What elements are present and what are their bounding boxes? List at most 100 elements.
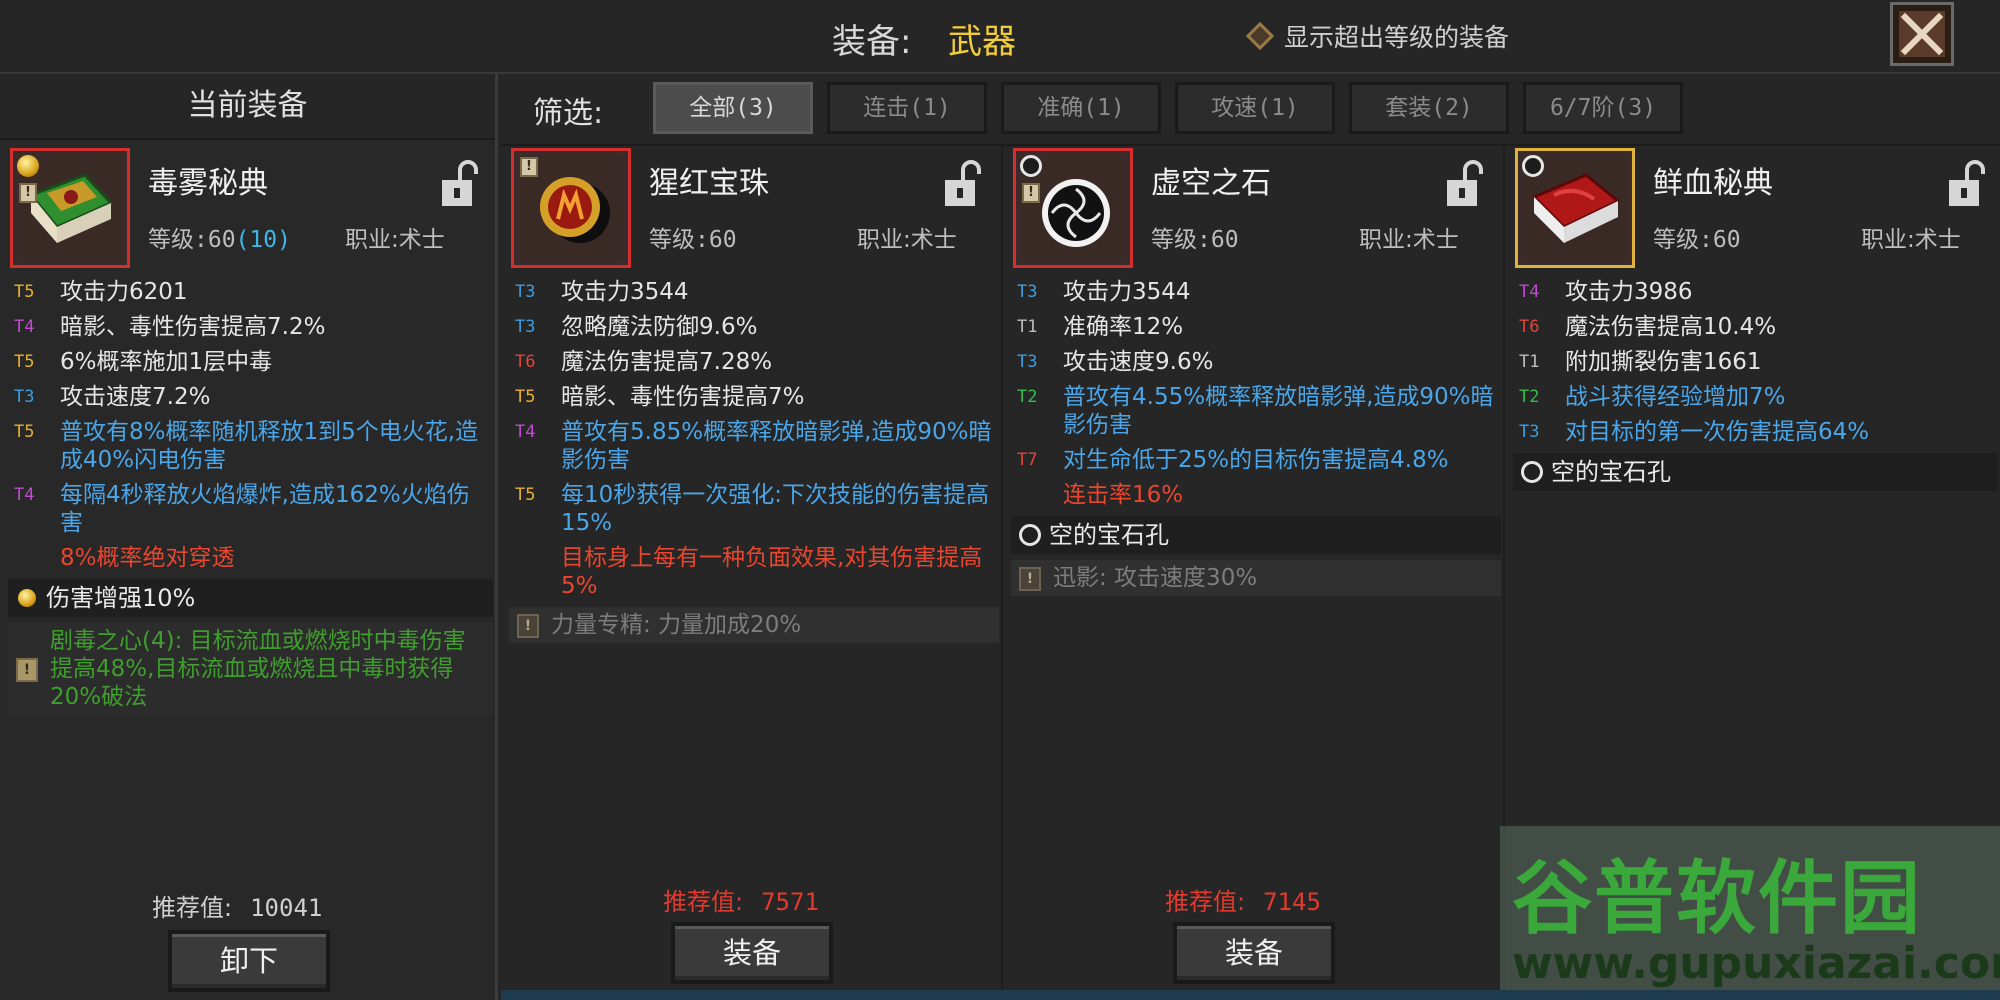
set-bonus-row: ! 力量专精: 力量加成20%	[509, 607, 999, 643]
stat-line: T5 攻击力6201	[14, 278, 487, 306]
set-badge-icon: !	[1022, 183, 1040, 203]
gem-empty-icon	[1521, 461, 1543, 483]
item-icon-frame[interactable]: !	[1013, 148, 1133, 268]
stat-line: T3 攻击速度7.2%	[14, 383, 487, 411]
stat-tier: T3	[14, 387, 35, 407]
set-bonus-text: 力量专精: 力量加成20%	[551, 612, 802, 638]
set-bonus-text: 剧毒之心(4): 目标流血或燃烧时中毒伤害提高48%,目标流血或燃烧且中毒时获得…	[50, 628, 466, 710]
stat-text: 每隔4秒释放火焰爆炸,造成162%火焰伤害	[60, 482, 470, 536]
set-bonus-row: ! 迅影: 攻击速度30%	[1011, 560, 1501, 596]
stat-line: 8%概率绝对穿透	[14, 544, 487, 572]
filter-tab-tier[interactable]: 6/7阶(3)	[1523, 82, 1683, 134]
stat-text: 对生命低于25%的目标伤害提高4.8%	[1063, 447, 1449, 473]
stat-line: T6 魔法伤害提高7.28%	[515, 348, 993, 376]
gem-slot-text: 伤害增强10%	[46, 584, 196, 612]
stat-text: 目标身上每有一种负面效果,对其伤害提高5%	[561, 545, 983, 599]
unequip-button[interactable]: 卸下	[168, 930, 330, 992]
stat-line: T5 普攻有8%概率随机释放1到5个电火花,造成40%闪电伤害	[14, 418, 487, 474]
bottom-strip	[501, 990, 2000, 1000]
item-stats: T5 攻击力6201 T4 暗影、毒性伤害提高7.2% T5 6%概率施加1层中毒 T3 攻击…	[8, 278, 493, 715]
gem-slot-text: 空的宝石孔	[1551, 458, 1671, 486]
item-card-1: ! 猩红宝珠 等级:60 职业:术士 T3 攻击力3544 T3 忽略魔法防御9.6%…	[501, 146, 1003, 1000]
current-equipment-panel: 当前装备 ! 毒雾秘典 等级:60(10) 职业:术士 T5 攻击力6201 T…	[0, 74, 498, 1000]
filter-tab-combo[interactable]: 连击(1)	[827, 82, 987, 134]
watermark: 谷普软件园 www.gupuxiazai.com	[1500, 826, 2000, 1000]
item-icon-frame[interactable]	[1515, 148, 1635, 268]
stat-line: T2 战斗获得经验增加7%	[1519, 383, 1992, 411]
close-button[interactable]	[1890, 2, 1954, 66]
set-bonus-text: 迅影: 攻击速度30%	[1053, 565, 1258, 591]
stat-tier: T6	[1519, 317, 1540, 337]
stat-line: T2 普攻有4.55%概率释放暗影弹,造成90%暗影伤害	[1017, 383, 1495, 439]
stat-text: 攻击力3544	[1063, 279, 1191, 305]
unlocked-padlock-icon	[1447, 160, 1483, 206]
item-level-bonus: (10)	[235, 227, 291, 253]
stat-text: 暗影、毒性伤害提高7.2%	[60, 314, 326, 340]
stat-line: T6 魔法伤害提高10.4%	[1519, 313, 1992, 341]
equip-slot-value: 武器	[948, 22, 1016, 62]
lock-toggle[interactable]	[438, 160, 478, 210]
item-icon-frame[interactable]: !	[10, 148, 130, 268]
stat-text: 忽略魔法防御9.6%	[561, 314, 758, 340]
checkbox-diamond-icon[interactable]	[1245, 21, 1275, 51]
item-stats: T3 攻击力3544 T3 忽略魔法防御9.6% T6 魔法伤害提高7.28% T5 暗影、毒…	[509, 278, 999, 643]
stat-text: 暗影、毒性伤害提高7%	[561, 384, 805, 410]
stat-text: 8%概率绝对穿透	[60, 545, 235, 571]
gem-socket-empty-icon	[1522, 155, 1544, 177]
item-name: 鲜血秘典	[1653, 166, 1773, 201]
stat-tier: T5	[14, 352, 35, 372]
stat-tier: T5	[515, 485, 536, 505]
unlocked-padlock-icon	[945, 160, 981, 206]
lock-toggle[interactable]	[1443, 160, 1483, 210]
stat-line: T4 攻击力3986	[1519, 278, 1992, 306]
item-name: 毒雾秘典	[148, 166, 268, 201]
stat-text: 对目标的第一次伤害提高64%	[1565, 419, 1870, 445]
filter-tab-set[interactable]: 套装(2)	[1349, 82, 1509, 134]
stat-line: T7 对生命低于25%的目标伤害提高4.8%	[1017, 446, 1495, 474]
stat-tier: T3	[1519, 422, 1540, 442]
gem-filled-icon	[18, 589, 36, 607]
stat-text: 攻击力6201	[60, 279, 188, 305]
item-class: 职业:术士	[345, 227, 445, 253]
stat-text: 每10秒获得一次强化:下次技能的伤害提高15%	[561, 482, 990, 536]
stat-text: 攻击速度9.6%	[1063, 349, 1214, 375]
stat-line: T1 附加撕裂伤害1661	[1519, 348, 1992, 376]
stat-tier: T3	[1017, 352, 1038, 372]
stat-text: 6%概率施加1层中毒	[60, 349, 273, 375]
item-icon-frame[interactable]: !	[511, 148, 631, 268]
equip-button[interactable]: 装备	[671, 922, 833, 984]
gem-slot-row[interactable]: 伤害增强10%	[8, 579, 493, 617]
stat-line: T5 6%概率施加1层中毒	[14, 348, 487, 376]
item-level: 等级:60	[1151, 227, 1239, 253]
lock-toggle[interactable]	[1945, 160, 1985, 210]
stat-tier: T7	[1017, 450, 1038, 470]
stat-line: T4 每隔4秒释放火焰爆炸,造成162%火焰伤害	[14, 481, 487, 537]
stat-tier: T5	[14, 422, 35, 442]
filter-tab-accuracy[interactable]: 准确(1)	[1001, 82, 1161, 134]
gem-slot-row[interactable]: 空的宝石孔	[1011, 516, 1501, 554]
stat-text: 战斗获得经验增加7%	[1565, 384, 1786, 410]
item-name: 猩红宝珠	[649, 166, 769, 201]
equip-button[interactable]: 装备	[1173, 922, 1335, 984]
filter-tab-all[interactable]: 全部(3)	[653, 82, 813, 134]
item-level: 等级:60	[649, 227, 737, 253]
filter-bar: 筛选: 全部(3) 连击(1) 准确(1) 攻速(1) 套装(2) 6/7阶(3…	[501, 74, 2000, 146]
item-stats: T4 攻击力3986 T6 魔法伤害提高10.4% T1 附加撕裂伤害1661 T2 战斗获得…	[1513, 278, 1998, 495]
stat-tier: T1	[1519, 352, 1540, 372]
set-badge-icon: !	[1019, 567, 1041, 591]
show-higher-level-toggle[interactable]: 显示超出等级的装备	[1245, 16, 1509, 56]
stat-text: 普攻有5.85%概率释放暗影弹,造成90%暗影伤害	[561, 419, 992, 473]
stat-tier: T4	[1519, 282, 1540, 302]
stat-text: 魔法伤害提高10.4%	[1565, 314, 1777, 340]
stat-tier: T4	[14, 317, 35, 337]
set-badge-icon: !	[16, 658, 38, 682]
watermark-text: 谷普软件园	[1512, 852, 1922, 945]
stat-tier: T2	[1519, 387, 1540, 407]
watermark-url: www.gupuxiazai.com	[1512, 938, 2000, 989]
filter-tab-attack-speed[interactable]: 攻速(1)	[1175, 82, 1335, 134]
stat-line: 连击率16%	[1017, 481, 1495, 509]
stat-line: T4 暗影、毒性伤害提高7.2%	[14, 313, 487, 341]
gem-slot-row[interactable]: 空的宝石孔	[1513, 453, 1998, 491]
lock-toggle[interactable]	[941, 160, 981, 210]
equip-slot-label: 装备:	[832, 22, 912, 62]
